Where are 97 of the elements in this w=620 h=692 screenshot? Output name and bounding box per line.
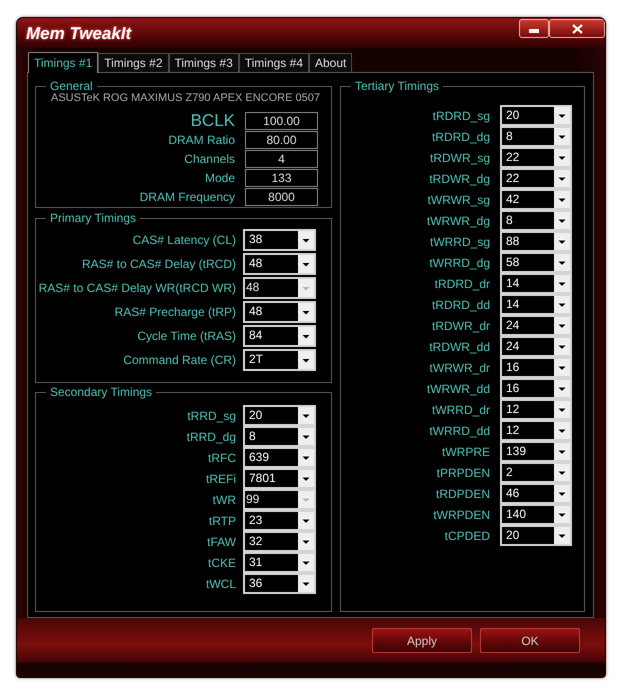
timing-label: RAS# to CAS# Delay WR(tRCD WR)	[38, 281, 236, 295]
timing-label: Cycle Time (tRAS)	[137, 329, 236, 343]
tab[interactable]: Timings #3	[168, 53, 239, 72]
dropdown[interactable]: 8	[500, 126, 572, 147]
dropdown[interactable]: 46	[500, 483, 572, 504]
timing-label: tRFC	[208, 450, 236, 464]
readout-field: 8000	[245, 188, 318, 206]
timing-label: RAS# to CAS# Delay (tRCD)	[82, 257, 236, 271]
timing-label: tRTP	[208, 514, 236, 528]
dialog-button[interactable]: OK	[480, 628, 580, 653]
timing-label: tWRWR_dr	[430, 360, 490, 374]
readout-field: 80.00	[245, 130, 318, 148]
dropdown[interactable]: 7801	[243, 468, 316, 489]
timing-label: tRDRD_dd	[432, 298, 490, 312]
field-label: DRAM Frequency	[140, 190, 235, 204]
dropdown[interactable]: 38	[243, 229, 316, 251]
dropdown[interactable]: 20	[500, 525, 572, 546]
timing-label: tWRRD_dd	[429, 424, 490, 438]
timing-label: RAS# Precharge (tRP)	[114, 305, 236, 319]
timing-label: tPRPDEN	[436, 466, 490, 480]
minimize-icon	[529, 29, 539, 33]
timing-label: tWRWR_dd	[426, 382, 490, 396]
timing-label: tWRPRE	[442, 444, 490, 458]
dropdown[interactable]: 2T	[243, 349, 316, 371]
timing-label: tWR	[212, 492, 236, 506]
field-label: Channels	[184, 152, 235, 166]
dropdown[interactable]: 32	[243, 531, 316, 552]
dropdown[interactable]: 42	[500, 189, 572, 210]
timing-label: tWRWR_sg	[428, 192, 490, 206]
group-title: Secondary Timings	[46, 385, 156, 399]
timing-label: tRDWR_dg	[429, 172, 490, 186]
window-title: Mem TweakIt	[26, 24, 132, 43]
dropdown[interactable]: 84	[243, 325, 316, 347]
dropdown[interactable]: 22	[500, 168, 572, 189]
timing-label: tWRRD_dg	[429, 256, 490, 270]
timing-label: tRDRD_dg	[432, 130, 490, 144]
dropdown[interactable]: 24	[500, 315, 572, 336]
dropdown[interactable]: 22	[500, 147, 572, 168]
tab[interactable]: About	[309, 53, 352, 72]
tab[interactable]: Timings #2	[98, 53, 168, 72]
dropdown[interactable]: 31	[243, 552, 316, 573]
timing-label: tCKE	[208, 556, 236, 570]
timing-label: tWRRD_sg	[430, 234, 490, 248]
dropdown[interactable]: 12	[500, 399, 572, 420]
timing-label: tWRWR_dg	[426, 214, 490, 228]
timing-label: tRDRD_dr	[434, 276, 490, 290]
timing-label: tRDWR_sg	[430, 150, 490, 164]
group-title: General	[46, 79, 97, 93]
group-title: Tertiary Timings	[351, 79, 444, 93]
readout-field: 100.00	[245, 112, 318, 130]
group-title: Primary Timings	[46, 211, 140, 225]
close-icon	[572, 24, 582, 34]
dropdown[interactable]: 20	[243, 405, 316, 426]
dialog-button[interactable]: Apply	[372, 628, 472, 653]
dropdown[interactable]: 139	[500, 441, 572, 462]
dropdown[interactable]: 140	[500, 504, 572, 525]
timing-label: Command Rate (CR)	[123, 353, 236, 367]
timing-label: tRRD_sg	[187, 408, 236, 422]
tab[interactable]: Timings #4	[238, 53, 309, 72]
dropdown[interactable]: 639	[243, 447, 316, 468]
timing-label: tFAW	[207, 534, 236, 548]
board-name: ASUSTeK ROG MAXIMUS Z790 APEX ENCORE 0507	[50, 91, 321, 105]
dropdown[interactable]: 88	[500, 231, 572, 252]
dropdown[interactable]: 2	[500, 462, 572, 483]
timing-label: tRRD_dg	[186, 430, 236, 444]
dropdown[interactable]: 14	[500, 273, 572, 294]
readout-field: 4	[245, 150, 318, 168]
timing-label: tWRPDEN	[433, 508, 490, 522]
dropdown[interactable]: 16	[500, 357, 572, 378]
minimize-button[interactable]	[519, 19, 549, 38]
dropdown[interactable]: 48	[243, 253, 316, 275]
readout-field: 133	[245, 168, 318, 186]
dropdown[interactable]: 8	[500, 210, 572, 231]
timing-label: tRDRD_sg	[432, 108, 490, 122]
timing-label: tRDWR_dr	[432, 318, 490, 332]
field-label: BCLK	[190, 110, 235, 130]
dropdown[interactable]: 23	[243, 510, 316, 531]
tab[interactable]: Timings #1	[28, 52, 98, 73]
dropdown[interactable]: 20	[500, 105, 572, 126]
timing-label: tWRRD_dr	[432, 402, 490, 416]
dropdown[interactable]: 24	[500, 336, 572, 357]
dropdown[interactable]: 16	[500, 378, 572, 399]
close-button[interactable]	[549, 19, 605, 38]
dropdown[interactable]: 12	[500, 420, 572, 441]
timing-label: tCPDED	[444, 528, 490, 542]
field-label: Mode	[204, 170, 235, 184]
dropdown[interactable]: 36	[243, 573, 316, 594]
timing-label: tWCL	[206, 576, 236, 590]
timing-label: tREFi	[206, 472, 236, 486]
timing-label: CAS# Latency (CL)	[132, 233, 236, 247]
dropdown[interactable]: 58	[500, 252, 572, 273]
dropdown[interactable]: 14	[500, 294, 572, 315]
dropdown[interactable]: 48	[243, 301, 316, 323]
timing-label: tRDPDEN	[436, 486, 490, 500]
dropdown[interactable]: 8	[243, 426, 316, 447]
field-label: DRAM Ratio	[168, 132, 235, 146]
timing-label: tRDWR_dd	[429, 340, 490, 354]
